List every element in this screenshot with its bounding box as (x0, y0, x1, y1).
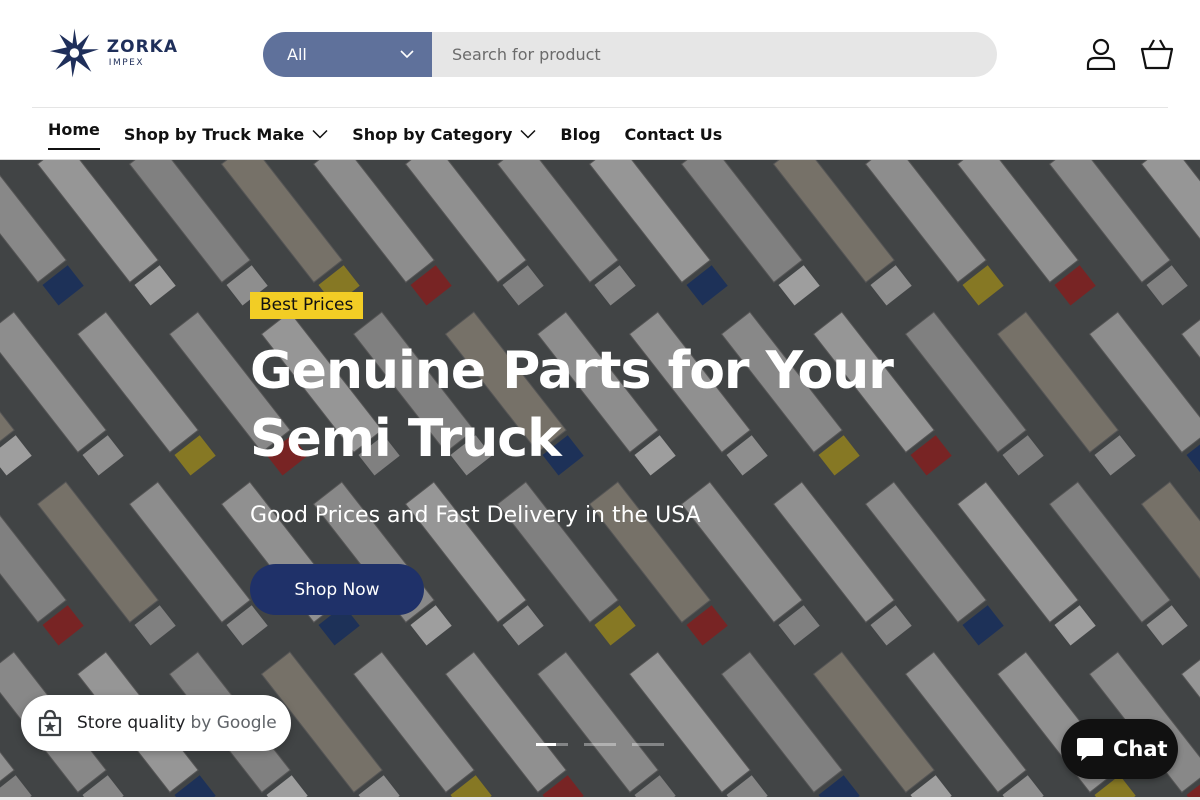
chevron-down-icon (312, 129, 328, 139)
chat-bubble-icon (1077, 738, 1103, 761)
basket-icon (1140, 39, 1174, 70)
main-nav: Home Shop by Truck Make Shop by Category… (32, 107, 1168, 160)
hero-title: Genuine Parts for Your Semi Truck (250, 341, 894, 469)
brand-subtitle: IMPEX (108, 57, 144, 68)
slide-dot-1[interactable] (536, 743, 568, 746)
user-icon (1086, 38, 1116, 70)
google-store-quality-badge[interactable]: Store quality by Google (21, 695, 291, 751)
nav-item-shop-by-category[interactable]: Shop by Category (352, 108, 536, 160)
slide-dot-2[interactable] (584, 743, 616, 746)
chevron-down-icon (400, 50, 414, 59)
chat-label: Chat (1113, 737, 1168, 761)
slide-dot-3[interactable] (632, 743, 664, 746)
search-bar: All (263, 32, 997, 77)
hero-subtitle: Good Prices and Fast Delivery in the USA (250, 503, 701, 528)
header-actions (1084, 36, 1174, 72)
chevron-down-icon (520, 129, 536, 139)
nav-item-label: Contact Us (624, 124, 723, 144)
brand-logo[interactable]: ZORKA IMPEX (48, 24, 178, 82)
search-category-label: All (287, 45, 307, 64)
nav-item-blog[interactable]: Blog (560, 108, 600, 160)
nav-item-label: Shop by Category (352, 124, 513, 144)
site-header: ZORKA IMPEX All (0, 0, 1200, 108)
search-input[interactable] (432, 32, 997, 77)
cart-button[interactable] (1140, 36, 1174, 72)
nav-item-label: Home (48, 119, 100, 139)
brand-name: ZORKA (106, 36, 178, 57)
hero-badge: Best Prices (250, 292, 364, 319)
nav-item-home[interactable]: Home (48, 108, 100, 160)
nav-item-shop-by-truck-make[interactable]: Shop by Truck Make (124, 108, 328, 160)
nav-item-label: Shop by Truck Make (123, 124, 305, 144)
google-badge-by: by Google (190, 713, 277, 733)
account-button[interactable] (1084, 36, 1118, 72)
chat-button[interactable]: Chat (1061, 719, 1178, 779)
search-category-select[interactable]: All (263, 32, 432, 77)
google-badge-text: Store quality (77, 713, 186, 733)
hero-content: Best Prices Genuine Parts for Your Semi … (250, 292, 970, 615)
shop-now-button[interactable]: Shop Now (250, 564, 424, 615)
nav-item-label: Blog (560, 124, 601, 144)
shopping-bag-icon (35, 708, 65, 738)
slide-indicators (536, 743, 664, 746)
nav-item-contact-us[interactable]: Contact Us (625, 108, 723, 160)
star-icon (49, 28, 99, 78)
